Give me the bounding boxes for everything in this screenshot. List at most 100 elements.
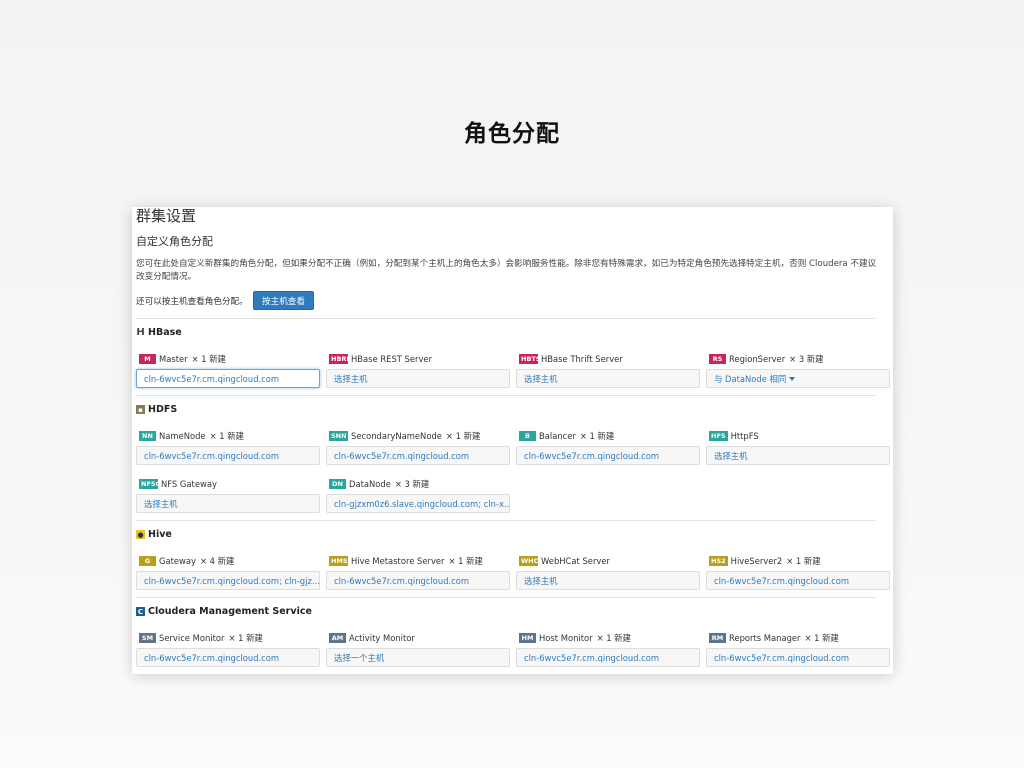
role-label: HFS HttpFS [706, 430, 890, 442]
role-label: NN NameNode × 1 新建 [136, 430, 320, 442]
role-httpfs: HFS HttpFS 选择主机 [706, 430, 890, 465]
caret-down-icon [789, 376, 796, 381]
service-name: Hive [148, 529, 172, 540]
host-selector[interactable]: cln-6wvc5e7r.cm.qingcloud.com [516, 446, 700, 465]
role-namenode: NN NameNode × 1 新建 cln-6wvc5e7r.cm.qingclou… [136, 430, 320, 465]
service-name: Cloudera Management Service [148, 606, 312, 617]
host-selector[interactable]: 选择主机 [516, 369, 700, 388]
role-hbase-rest-server: HBREHBase REST Server 选择主机 [326, 353, 510, 388]
role-badge: SM [139, 633, 156, 643]
role-name: HBase Thrift Server [541, 354, 623, 364]
host-selector[interactable]: cln-6wvc5e7r.cm.qingcloud.com; cln-gjz..… [136, 571, 320, 590]
host-value: cln-6wvc5e7r.cm.qingcloud.com [524, 652, 660, 663]
host-value: cln-6wvc5e7r.cm.qingcloud.com [144, 652, 280, 663]
host-selector[interactable]: 选择主机 [516, 571, 700, 590]
role-name: WebHCat Server [541, 556, 610, 566]
divider [136, 520, 876, 521]
slide-title: 角色分配 [464, 121, 560, 147]
role-label: HBTSHBase Thrift Server [516, 353, 700, 365]
role-badge: HS2 [709, 556, 728, 566]
host-value: 选择主机 [144, 498, 178, 509]
host-selector[interactable]: cln-6wvc5e7r.cm.qingcloud.com [326, 446, 510, 465]
host-value: cln-6wvc5e7r.cm.qingcloud.com [524, 450, 660, 461]
role-badge: RS [709, 354, 726, 364]
role-badge: HBTS [519, 354, 538, 364]
role-service-monitor: SM Service Monitor × 1 新建 cln-6wvc5e7r.cm.q… [136, 632, 320, 667]
role-name: RegionServer [729, 354, 786, 364]
host-selector[interactable]: 选择主机 [326, 369, 510, 388]
host-selector[interactable]: cln-gjzxm0z6.slave.qingcloud.com; cln-x.… [326, 494, 510, 513]
role-count: × 1 新建 [209, 431, 244, 441]
role-hive-metastore-server: HMS Hive Metastore Server × 1 新建 cln-6wvc5e… [326, 555, 510, 590]
role-badge: HMS [329, 556, 348, 566]
role-name: SecondaryNameNode [351, 431, 442, 441]
service-name: HDFS [148, 404, 178, 415]
role-regionserver: RS RegionServer × 3 新建与 DataNode 相同 [706, 353, 890, 388]
host-selector[interactable]: cln-6wvc5e7r.cm.qingcloud.com [516, 648, 700, 667]
host-value: 选择主机 [714, 450, 748, 461]
role-label: M Master × 1 新建 [136, 353, 320, 365]
host-selector[interactable]: cln-6wvc5e7r.cm.qingcloud.com [706, 571, 890, 590]
role-label: G Gateway × 4 新建 [136, 555, 320, 567]
host-selector[interactable]: cln-6wvc5e7r.cm.qingcloud.com [326, 571, 510, 590]
role-master: M Master × 1 新建 cln-6wvc5e7r.cm.qingcloud.c… [136, 353, 320, 388]
host-value: 选择一个主机 [334, 652, 385, 663]
role-name: HiveServer2 [730, 556, 783, 566]
host-selector[interactable]: cln-6wvc5e7r.cm.qingcloud.com [136, 369, 320, 388]
role-name: DataNode [349, 479, 391, 489]
host-value: cln-6wvc5e7r.cm.qingcloud.com; cln-gjz..… [144, 575, 320, 586]
hbase-icon: H [136, 327, 145, 338]
role-label: HS2 HiveServer2 × 1 新建 [706, 555, 890, 567]
host-selector[interactable]: 选择一个主机 [326, 648, 510, 667]
role-count: × 1 新建 [579, 431, 615, 441]
role-name: Balancer [539, 431, 576, 441]
role-count: × 1 新建 [786, 556, 821, 566]
role-badge: G [139, 556, 156, 566]
role-count: × 1 新建 [228, 633, 263, 643]
divider [136, 395, 876, 396]
role-name: Host Monitor [539, 633, 593, 643]
panel-subtitle: 自定义角色分配 [136, 235, 213, 248]
role-name: NFS Gateway [161, 479, 217, 489]
role-count: × 1 新建 [191, 354, 227, 364]
panel-description: 您可在此处自定义新群集的角色分配，但如果分配不正确（例如，分配到某个主机上的角色… [136, 259, 877, 282]
role-count: × 3 新建 [789, 354, 824, 364]
host-selector[interactable]: cln-6wvc5e7r.cm.qingcloud.com [136, 648, 320, 667]
host-value: cln-6wvc5e7r.cm.qingcloud.com [144, 450, 280, 461]
role-badge: HM [519, 633, 536, 643]
service-name: HBase [148, 327, 182, 338]
cloudera-icon: C [136, 607, 145, 616]
role-name: Activity Monitor [349, 633, 415, 643]
role-count: × 1 新建 [445, 431, 481, 441]
role-label: SNN SecondaryNameNode × 1 新建 [326, 430, 510, 442]
host-selector[interactable]: cln-6wvc5e7r.cm.qingcloud.com [706, 648, 890, 667]
view-by-host-button[interactable]: 按主机查看 [253, 291, 314, 310]
role-name: Hive Metastore Server [351, 556, 445, 566]
panel-title: 群集设置 [136, 207, 197, 225]
role-gateway: G Gateway × 4 新建 cln-6wvc5e7r.cm.qingcloud.… [136, 555, 320, 590]
service-header-hdfs: ▪ HDFS [136, 404, 177, 415]
role-badge: HBRE [329, 354, 348, 364]
host-value: 选择主机 [524, 373, 558, 384]
host-value: 选择主机 [524, 575, 558, 586]
host-value: cln-6wvc5e7r.cm.qingcloud.com [144, 373, 280, 384]
role-name: NameNode [159, 431, 206, 441]
host-selector[interactable]: 与 DataNode 相同 [706, 369, 890, 388]
host-selector[interactable]: cln-6wvc5e7r.cm.qingcloud.com [136, 446, 320, 465]
role-label: NFSGNFS Gateway [136, 478, 320, 490]
host-value: cln-6wvc5e7r.cm.qingcloud.com [334, 450, 470, 461]
role-name: Reports Manager [729, 633, 801, 643]
role-label: WHC WebHCat Server [516, 555, 700, 567]
role-label: DN DataNode × 3 新建 [326, 478, 510, 490]
role-label: RM Reports Manager × 1 新建 [706, 632, 890, 644]
role-reports-manager: RM Reports Manager × 1 新建 cln-6wvc5e7r.cm.q… [706, 632, 890, 667]
role-label: B Balancer × 1 新建 [516, 430, 700, 442]
role-label: RS RegionServer × 3 新建 [706, 353, 890, 365]
hdfs-icon: ▪ [136, 405, 145, 414]
role-datanode: DN DataNode × 3 新建 cln-gjzxm0z6.slave.qingc… [326, 478, 510, 513]
divider [136, 318, 876, 319]
host-selector[interactable]: 选择主机 [706, 446, 890, 465]
host-selector[interactable]: 选择主机 [136, 494, 320, 513]
role-name: Master [159, 354, 188, 364]
role-label: HMS Hive Metastore Server × 1 新建 [326, 555, 510, 567]
